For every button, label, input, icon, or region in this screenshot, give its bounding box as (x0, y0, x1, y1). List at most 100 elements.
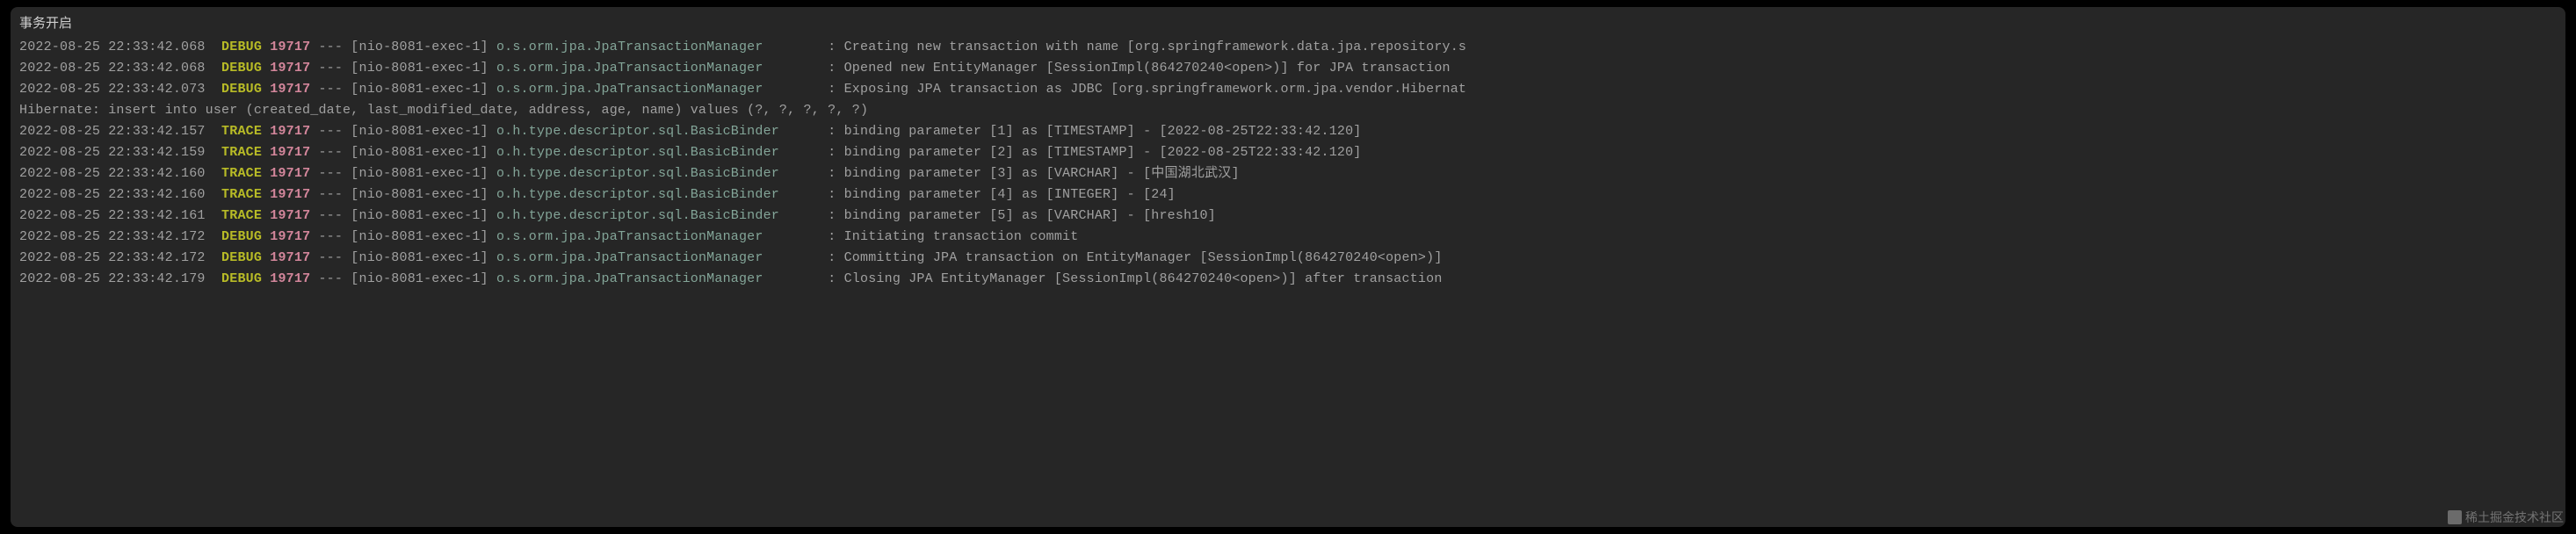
log-timestamp: 2022-08-25 22:33:42.159 (19, 145, 221, 160)
log-message: Exposing JPA transaction as JDBC [org.sp… (844, 82, 1467, 97)
log-level: DEBUG (221, 271, 262, 286)
log-pid: 19717 (270, 271, 310, 286)
log-separator: --- (310, 271, 351, 286)
log-colon: : (812, 40, 844, 54)
log-line: 2022-08-25 22:33:42.161 TRACE 19717 --- … (19, 206, 2557, 227)
log-pid: 19717 (270, 61, 310, 76)
log-colon: : (812, 229, 844, 244)
log-level: TRACE (221, 145, 262, 160)
log-level: TRACE (221, 208, 262, 223)
watermark: 稀土掘金技术社区 (2448, 508, 2564, 527)
log-separator: --- (310, 82, 351, 97)
log-line: 2022-08-25 22:33:42.179 DEBUG 19717 --- … (19, 269, 2557, 290)
log-pid: 19717 (270, 166, 310, 181)
log-separator: --- (310, 208, 351, 223)
log-pid: 19717 (270, 250, 310, 265)
log-message: binding parameter [1] as [TIMESTAMP] - [… (844, 124, 1362, 139)
log-message: binding parameter [3] as [VARCHAR] - [中国… (844, 166, 1240, 181)
log-logger: o.s.orm.jpa.JpaTransactionManager (496, 40, 812, 54)
log-message: Initiating transaction commit (844, 229, 1079, 244)
log-thread: [nio-8081-exec-1] (351, 82, 496, 97)
log-logger: o.h.type.descriptor.sql.BasicBinder (496, 187, 812, 202)
log-message: binding parameter [4] as [INTEGER] - [24… (844, 187, 1176, 202)
log-thread: [nio-8081-exec-1] (351, 61, 496, 76)
log-lines-top: 2022-08-25 22:33:42.068 DEBUG 19717 --- … (19, 37, 2557, 100)
log-separator: --- (310, 166, 351, 181)
log-message: Creating new transaction with name [org.… (844, 40, 1467, 54)
log-logger: o.h.type.descriptor.sql.BasicBinder (496, 145, 812, 160)
log-timestamp: 2022-08-25 22:33:42.161 (19, 208, 221, 223)
log-message: Closing JPA EntityManager [SessionImpl(8… (844, 271, 1443, 286)
log-pid: 19717 (270, 187, 310, 202)
log-message: Opened new EntityManager [SessionImpl(86… (844, 61, 1451, 76)
log-separator: --- (310, 229, 351, 244)
log-thread: [nio-8081-exec-1] (351, 271, 496, 286)
log-separator: --- (310, 40, 351, 54)
log-logger: o.h.type.descriptor.sql.BasicBinder (496, 208, 812, 223)
log-pid: 19717 (270, 229, 310, 244)
log-pid: 19717 (270, 82, 310, 97)
log-lines-bottom: 2022-08-25 22:33:42.157 TRACE 19717 --- … (19, 121, 2557, 290)
watermark-text: 稀土掘金技术社区 (2465, 508, 2564, 527)
log-thread: [nio-8081-exec-1] (351, 40, 496, 54)
log-timestamp: 2022-08-25 22:33:42.068 (19, 61, 221, 76)
log-level: TRACE (221, 187, 262, 202)
log-colon: : (812, 82, 844, 97)
watermark-icon (2448, 510, 2462, 524)
log-separator: --- (310, 124, 351, 139)
log-timestamp: 2022-08-25 22:33:42.157 (19, 124, 221, 139)
log-thread: [nio-8081-exec-1] (351, 250, 496, 265)
log-timestamp: 2022-08-25 22:33:42.160 (19, 166, 221, 181)
log-message: binding parameter [5] as [VARCHAR] - [hr… (844, 208, 1216, 223)
log-pid: 19717 (270, 40, 310, 54)
log-console: 事务开启 2022-08-25 22:33:42.068 DEBUG 19717… (11, 7, 2565, 527)
log-thread: [nio-8081-exec-1] (351, 187, 496, 202)
log-colon: : (812, 145, 844, 160)
log-thread: [nio-8081-exec-1] (351, 145, 496, 160)
log-level: DEBUG (221, 40, 262, 54)
log-timestamp: 2022-08-25 22:33:42.068 (19, 40, 221, 54)
log-level: DEBUG (221, 82, 262, 97)
log-colon: : (812, 166, 844, 181)
log-pid: 19717 (270, 208, 310, 223)
log-line: 2022-08-25 22:33:42.068 DEBUG 19717 --- … (19, 58, 2557, 79)
log-thread: [nio-8081-exec-1] (351, 166, 496, 181)
log-level: TRACE (221, 124, 262, 139)
log-separator: --- (310, 250, 351, 265)
log-timestamp: 2022-08-25 22:33:42.172 (19, 229, 221, 244)
log-logger: o.h.type.descriptor.sql.BasicBinder (496, 166, 812, 181)
log-line: 2022-08-25 22:33:42.172 DEBUG 19717 --- … (19, 227, 2557, 248)
log-line: 2022-08-25 22:33:42.157 TRACE 19717 --- … (19, 121, 2557, 142)
log-level: TRACE (221, 166, 262, 181)
log-timestamp: 2022-08-25 22:33:42.172 (19, 250, 221, 265)
log-colon: : (812, 187, 844, 202)
log-line: 2022-08-25 22:33:42.159 TRACE 19717 --- … (19, 142, 2557, 163)
log-line: 2022-08-25 22:33:42.160 TRACE 19717 --- … (19, 184, 2557, 206)
log-logger: o.s.orm.jpa.JpaTransactionManager (496, 271, 812, 286)
log-logger: o.s.orm.jpa.JpaTransactionManager (496, 250, 812, 265)
log-message: Committing JPA transaction on EntityMana… (844, 250, 1443, 265)
log-thread: [nio-8081-exec-1] (351, 208, 496, 223)
log-line: 2022-08-25 22:33:42.160 TRACE 19717 --- … (19, 163, 2557, 184)
log-separator: --- (310, 61, 351, 76)
log-colon: : (812, 250, 844, 265)
log-timestamp: 2022-08-25 22:33:42.179 (19, 271, 221, 286)
log-colon: : (812, 124, 844, 139)
log-line: 2022-08-25 22:33:42.073 DEBUG 19717 --- … (19, 79, 2557, 100)
log-pid: 19717 (270, 124, 310, 139)
log-colon: : (812, 271, 844, 286)
log-timestamp: 2022-08-25 22:33:42.160 (19, 187, 221, 202)
log-separator: --- (310, 187, 351, 202)
log-level: DEBUG (221, 61, 262, 76)
log-message: binding parameter [2] as [TIMESTAMP] - [… (844, 145, 1362, 160)
sql-statement: Hibernate: insert into user (created_dat… (19, 100, 2557, 121)
log-line: 2022-08-25 22:33:42.068 DEBUG 19717 --- … (19, 37, 2557, 58)
log-colon: : (812, 208, 844, 223)
log-thread: [nio-8081-exec-1] (351, 229, 496, 244)
log-pid: 19717 (270, 145, 310, 160)
log-logger: o.s.orm.jpa.JpaTransactionManager (496, 61, 812, 76)
log-thread: [nio-8081-exec-1] (351, 124, 496, 139)
log-logger: o.h.type.descriptor.sql.BasicBinder (496, 124, 812, 139)
log-logger: o.s.orm.jpa.JpaTransactionManager (496, 82, 812, 97)
log-level: DEBUG (221, 229, 262, 244)
